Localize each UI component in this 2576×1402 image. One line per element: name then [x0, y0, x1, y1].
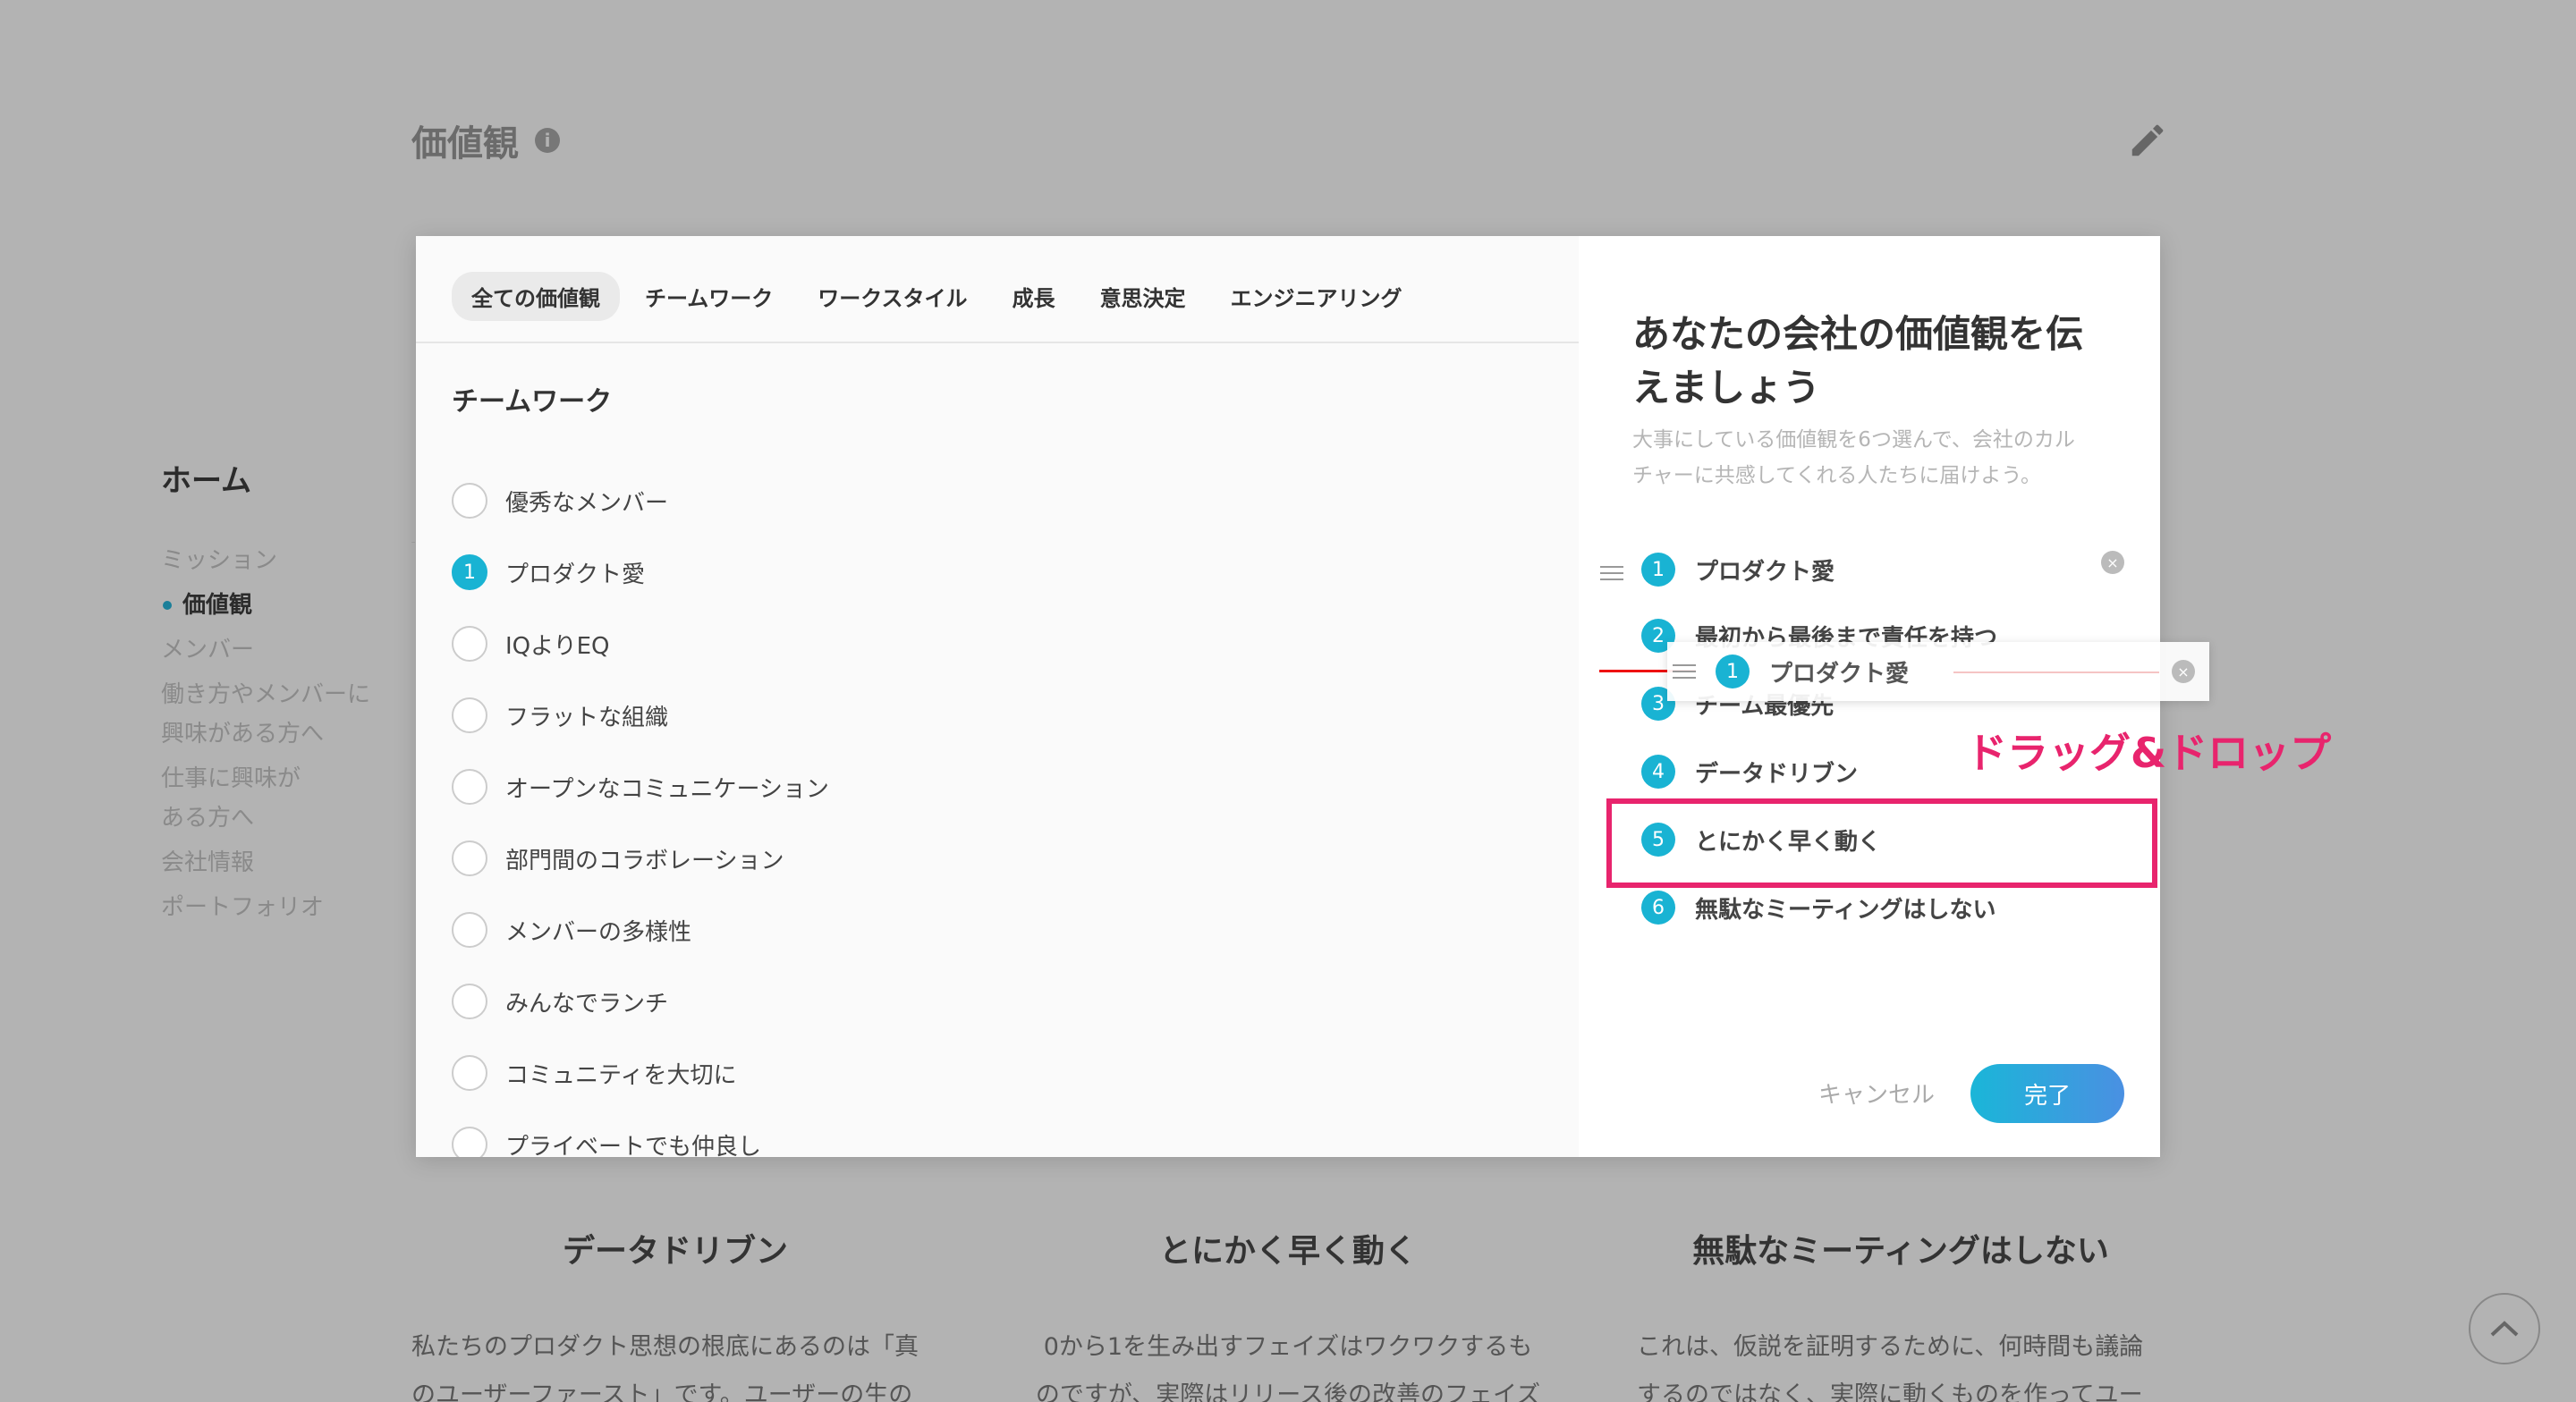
page-title-text: 価値観 — [411, 123, 519, 165]
nav-item-workstyle[interactable]: 働き方やメンバーに — [161, 675, 370, 714]
drag-handle-icon[interactable] — [1673, 660, 1696, 683]
tab-workstyle[interactable]: ワークスタイル — [798, 272, 987, 321]
drag-handle-icon[interactable] — [1600, 562, 1623, 585]
dragged-item[interactable]: 1 プロダクト愛 × — [1667, 642, 2209, 701]
highlight-box — [1606, 798, 2157, 888]
remove-icon[interactable]: × — [2172, 660, 2195, 683]
dragged-item-label: プロダクト愛 — [1769, 660, 1910, 688]
nav-item-mission[interactable]: ミッション — [161, 541, 370, 580]
value-option[interactable]: フラットな組織 — [452, 680, 829, 751]
radio-button[interactable] — [452, 1127, 487, 1157]
value-options-list: 優秀なメンバー 1 プロダクト愛 IQよりEQ フラットな組織 オープンなコミュニ… — [452, 465, 829, 1157]
tab-engineering[interactable]: エンジニアリング — [1211, 272, 1422, 321]
drag-drop-annotation: ドラッグ&ドロップ — [1966, 729, 2332, 777]
order-number: 6 — [1641, 891, 1675, 925]
cancel-button[interactable]: キャンセル — [1818, 1077, 1935, 1110]
nav-item-jobs[interactable]: 仕事に興味が — [161, 759, 370, 798]
selected-value-label: データドリブン — [1695, 760, 1859, 788]
radio-button[interactable] — [452, 984, 487, 1019]
value-option[interactable]: コミュニティを大切に — [452, 1037, 829, 1109]
remove-icon[interactable]: × — [2101, 551, 2124, 574]
value-card-title-1: データドリブン — [562, 1233, 788, 1270]
radio-button[interactable] — [452, 840, 487, 876]
value-card-title-2: とにかく早く動く — [1158, 1233, 1417, 1270]
radio-button[interactable] — [452, 769, 487, 805]
selected-value-label: 無駄なミーティングはしない — [1695, 896, 1996, 924]
radio-button[interactable] — [452, 483, 487, 519]
value-card-title-3: 無駄なミーティングはしない — [1692, 1233, 2109, 1270]
tab-all-values[interactable]: 全ての価値観 — [452, 272, 620, 321]
order-number: 1 — [1716, 655, 1750, 688]
value-option[interactable]: IQよりEQ — [452, 608, 829, 680]
selected-value-item[interactable]: 6 無駄なミーティングはしない — [1641, 891, 1996, 925]
nav-item-jobs-2[interactable]: ある方へ — [161, 798, 370, 838]
radio-button[interactable] — [452, 912, 487, 948]
section-title: チームワーク — [452, 386, 613, 418]
category-tabs: 全ての価値観 チームワーク ワークスタイル 成長 意思決定 エンジニアリング — [452, 272, 1422, 321]
tabs-divider — [416, 342, 1579, 343]
ghost-drop-line — [1953, 671, 2159, 673]
pencil-icon[interactable] — [2127, 120, 2168, 161]
radio-button[interactable] — [452, 1055, 487, 1091]
tab-teamwork[interactable]: チームワーク — [625, 272, 792, 321]
value-option[interactable]: 1 プロダクト愛 — [452, 536, 829, 608]
value-card-body-3: これは、仮説を証明するために、何時間も議論 するのではなく、実際に動くものを作って… — [1637, 1333, 2144, 1402]
scroll-to-top-button[interactable] — [2469, 1293, 2540, 1364]
radio-button[interactable] — [452, 626, 487, 662]
value-option[interactable]: 優秀なメンバー — [452, 465, 829, 536]
nav-item-company[interactable]: 会社情報 — [161, 843, 370, 883]
value-option[interactable]: 部門間のコラボレーション — [452, 823, 829, 894]
value-option[interactable]: オープンなコミュニケーション — [452, 751, 829, 823]
radio-button[interactable] — [452, 697, 487, 733]
chevron-up-icon — [2490, 1321, 2519, 1337]
panel-title: あなたの会社の価値観を伝 えましょう — [1632, 312, 2084, 410]
panel-description: 大事にしている価値観を6つ選んで、会社のカル チャーに共感してくれる人たちに届け… — [1632, 428, 2075, 487]
nav-home[interactable]: ホーム — [161, 456, 370, 500]
page-title: 価値観 i — [411, 114, 560, 166]
value-option[interactable]: メンバーの多様性 — [452, 894, 829, 966]
nav-item-members[interactable]: メンバー — [161, 630, 370, 670]
value-card-body-2: 0から1を生み出すフェイズはワクワクするも のですが、実際はリリース後の改善のフェ… — [1035, 1333, 1541, 1402]
tab-decision-making[interactable]: 意思決定 — [1080, 272, 1206, 321]
info-icon[interactable]: i — [535, 128, 560, 153]
selected-value-label: プロダクト愛 — [1695, 558, 1835, 586]
value-option[interactable]: プライベートでも仲良し — [452, 1109, 829, 1157]
tab-growth[interactable]: 成長 — [993, 272, 1075, 321]
radio-button-selected[interactable]: 1 — [452, 554, 487, 590]
side-nav: ホーム ミッション 価値観 メンバー 働き方やメンバーに 興味がある方へ 仕事に… — [161, 456, 370, 933]
selected-value-item[interactable]: 4 データドリブン — [1641, 755, 1858, 789]
nav-item-values[interactable]: 価値観 — [161, 586, 370, 625]
divider — [411, 542, 415, 543]
nav-item-workstyle-2[interactable]: 興味がある方へ — [161, 714, 370, 754]
selected-value-item[interactable]: 1 プロダクト愛 — [1641, 553, 1835, 587]
value-card-body-1: 私たちのプロダクト思想の根底にあるのは「真 のユーザーファースト」です。ユーザーの… — [411, 1333, 919, 1402]
nav-item-portfolio[interactable]: ポートフォリオ — [161, 888, 370, 927]
values-picker: 全ての価値観 チームワーク ワークスタイル 成長 意思決定 エンジニアリング チ… — [416, 236, 1579, 1157]
order-number: 4 — [1641, 755, 1675, 789]
order-number: 1 — [1641, 553, 1675, 587]
done-button[interactable]: 完了 — [1970, 1064, 2124, 1123]
value-option[interactable]: みんなでランチ — [452, 966, 829, 1037]
